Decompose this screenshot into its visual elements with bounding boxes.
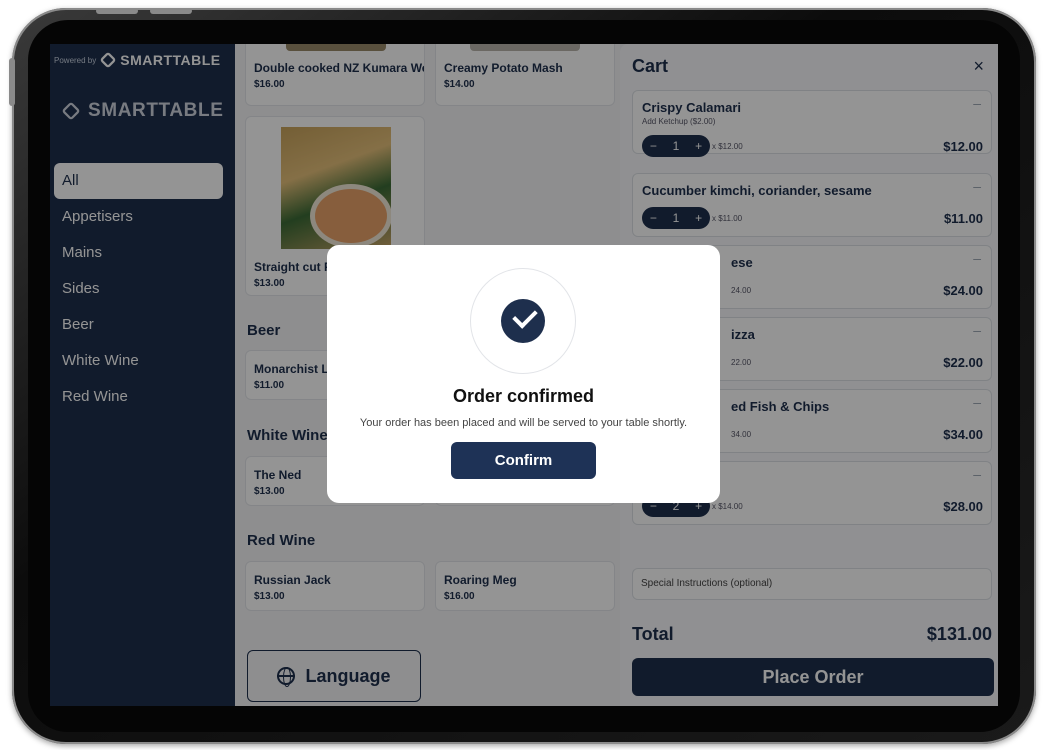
confirm-button[interactable]: Confirm (451, 442, 596, 479)
device-side-button (9, 58, 15, 106)
success-badge (470, 268, 576, 374)
app-screen: Powered by SMARTTABLE SMARTTABLE All App… (50, 44, 998, 706)
dialog-message: Your order has been placed and will be s… (359, 417, 688, 429)
order-confirmed-dialog: Order confirmed Your order has been plac… (327, 245, 720, 503)
dialog-title: Order confirmed (452, 386, 595, 406)
device-button-top-left (96, 8, 138, 14)
checkmark-icon (501, 299, 545, 343)
device-button-top-right (150, 8, 192, 14)
